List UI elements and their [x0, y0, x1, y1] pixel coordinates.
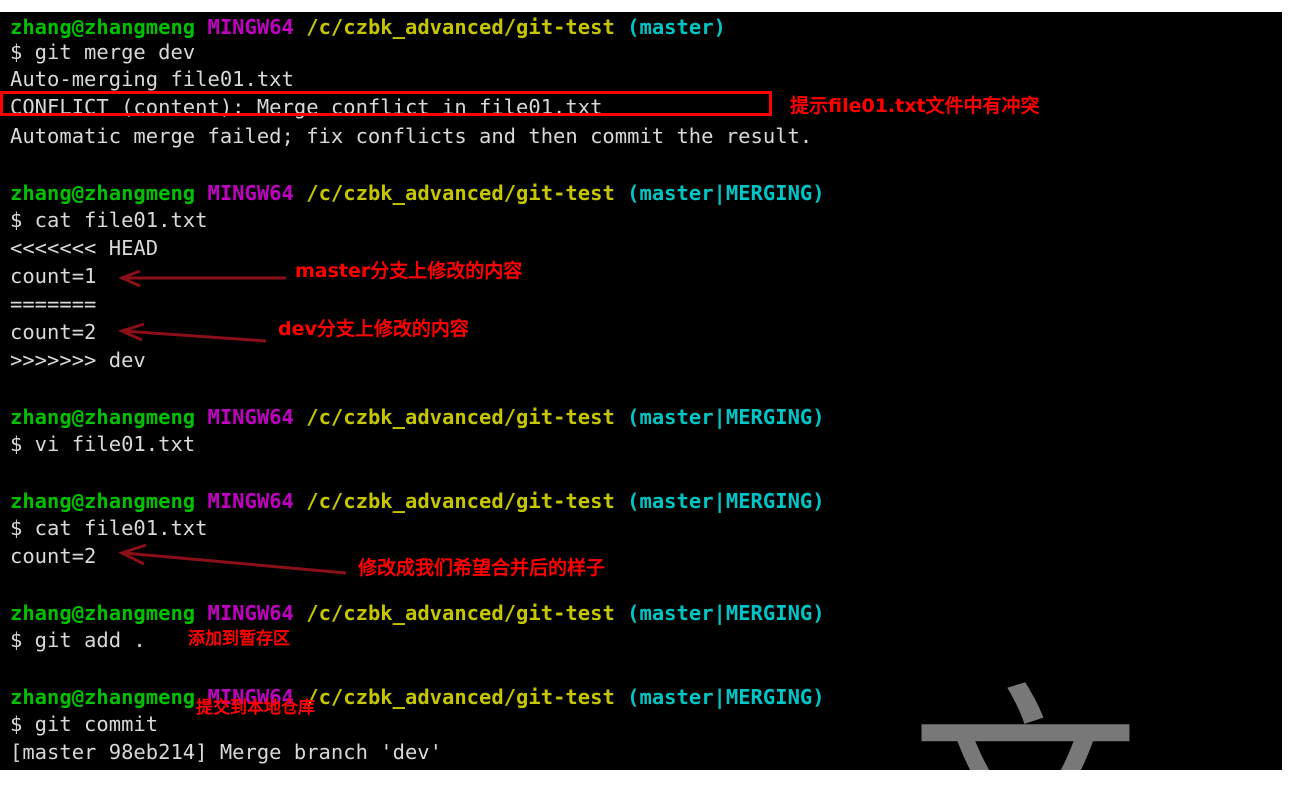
output-count-2-conflict: count=2 [10, 320, 97, 344]
prompt-user: zhang@zhangmeng [10, 685, 196, 709]
prompt-user: zhang@zhangmeng [10, 405, 196, 429]
prompt-branch: (master|MERGING) [627, 181, 825, 205]
prompt-space-1 [195, 181, 207, 205]
prompt-line-6: zhang@zhangmeng MINGW64 /c/czbk_advanced… [10, 682, 825, 712]
output-conflict-marker-head: <<<<<<< HEAD [10, 236, 159, 260]
prompt-line-2: zhang@zhangmeng MINGW64 /c/czbk_advanced… [10, 178, 825, 208]
annotation-git-commit-note: 提交到本地仓库 [196, 698, 315, 718]
output-conflict-marker-dev: >>>>>>> dev [10, 348, 146, 372]
prompt-space-3 [615, 601, 627, 625]
prompt-line-4: zhang@zhangmeng MINGW64 /c/czbk_advanced… [10, 486, 825, 516]
prompt-space-2 [294, 405, 306, 429]
prompt-path: /c/czbk_advanced/git-test [306, 601, 615, 625]
prompt-path: /c/czbk_advanced/git-test [306, 181, 615, 205]
annotation-dev-branch-note: dev分支上修改的内容 [278, 318, 469, 340]
prompt-path: /c/czbk_advanced/git-test [306, 405, 615, 429]
command-vi-file01: $ vi file01.txt [10, 432, 196, 456]
prompt-line-5: zhang@zhangmeng MINGW64 /c/czbk_advanced… [10, 598, 825, 628]
prompt-space-3 [615, 489, 627, 513]
output-auto-merging: Auto-merging file01.txt [10, 67, 294, 91]
annotation-conflict-note: 提示file01.txt文件中有冲突 [790, 95, 1040, 117]
prompt-branch: (master|MERGING) [627, 405, 825, 429]
prompt-space-1 [195, 15, 207, 39]
output-automatic-merge-failed: Automatic merge failed; fix conflicts an… [10, 124, 813, 148]
arrow-to-count-1 [118, 269, 286, 288]
prompt-branch: (master) [627, 15, 726, 39]
prompt-user: zhang@zhangmeng [10, 601, 196, 625]
prompt-line-3: zhang@zhangmeng MINGW64 /c/czbk_advanced… [10, 402, 825, 432]
prompt-user: zhang@zhangmeng [10, 15, 196, 39]
output-conflict: CONFLICT (content): Merge conflict in fi… [10, 95, 603, 119]
terminal-window[interactable]: zhang@zhangmeng MINGW64 /c/czbk_advanced… [0, 12, 1282, 770]
prompt-space-3 [615, 405, 627, 429]
prompt-shell: MINGW64 [207, 181, 294, 205]
prompt-branch: (master|MERGING) [627, 601, 825, 625]
command-cat-file01-first: $ cat file01.txt [10, 208, 208, 232]
prompt-space-3 [615, 181, 627, 205]
prompt-shell: MINGW64 [207, 601, 294, 625]
prompt-space-3 [615, 15, 627, 39]
output-conflict-marker-separator: ======= [10, 292, 97, 316]
prompt-user: zhang@zhangmeng [10, 181, 196, 205]
prompt-path: /c/czbk_advanced/git-test [306, 685, 615, 709]
prompt-space-2 [294, 601, 306, 625]
prompt-shell: MINGW64 [207, 489, 294, 513]
output-count-1: count=1 [10, 264, 97, 288]
prompt-space-1 [195, 405, 207, 429]
arrow-to-count-2 [117, 322, 267, 343]
prompt-space-2 [294, 15, 306, 39]
prompt-branch: (master|MERGING) [627, 685, 825, 709]
prompt-space-3 [615, 685, 627, 709]
command-git-commit: $ git commit [10, 712, 159, 736]
prompt-space-2 [294, 181, 306, 205]
prompt-space-1 [195, 601, 207, 625]
prompt-branch: (master|MERGING) [627, 489, 825, 513]
command-cat-file01-second: $ cat file01.txt [10, 516, 208, 540]
prompt-shell: MINGW64 [207, 15, 294, 39]
annotation-merged-result-note: 修改成我们希望合并后的样子 [358, 557, 606, 579]
arrow-to-resolved-count [118, 543, 347, 575]
prompt-path: /c/czbk_advanced/git-test [306, 489, 615, 513]
prompt-user: zhang@zhangmeng [10, 489, 196, 513]
prompt-space-1 [195, 489, 207, 513]
annotation-master-branch-note: master分支上修改的内容 [295, 260, 523, 282]
output-merge-commit: [master 98eb214] Merge branch 'dev' [10, 740, 442, 764]
prompt-path: /c/czbk_advanced/git-test [306, 15, 615, 39]
command-git-add: $ git add . [10, 628, 146, 652]
prompt-space-2 [294, 489, 306, 513]
output-count-2-resolved: count=2 [10, 544, 97, 568]
prompt-shell: MINGW64 [207, 405, 294, 429]
watermark-glyph: 文 [910, 684, 1170, 771]
annotation-git-add-note: 添加到暂存区 [188, 629, 290, 649]
command-git-merge: $ git merge dev [10, 40, 196, 64]
